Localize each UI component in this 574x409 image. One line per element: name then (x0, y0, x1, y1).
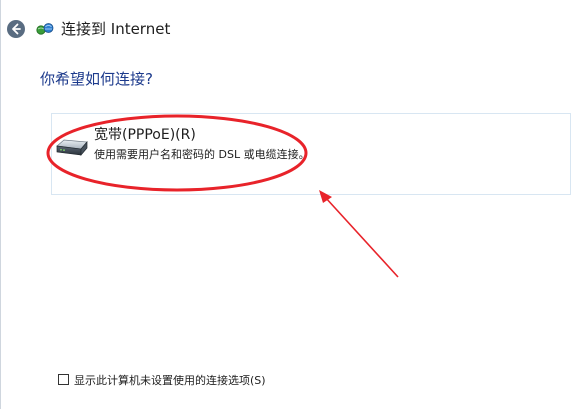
annotation-overlay (46, 114, 399, 278)
network-globe-icon (36, 23, 54, 35)
title-bar: 连接到 Internet (1, 0, 574, 58)
window-title: 连接到 Internet (61, 20, 171, 38)
option-title: 宽带(PPPoE)(R) (94, 127, 196, 143)
modem-icon (56, 139, 88, 156)
option-description: 使用需要用户名和密码的 DSL 或电缆连接。 (94, 148, 310, 161)
back-arrow-icon (12, 23, 21, 35)
back-button[interactable] (7, 20, 25, 38)
checkbox-label[interactable]: 显示此计算机未设置使用的连接选项(S) (74, 373, 266, 388)
page-heading: 你希望如何连接? (40, 70, 153, 88)
checkbox-box[interactable] (58, 374, 69, 385)
annotation-arrow (324, 196, 399, 278)
connect-to-internet-window: 连接到 Internet 你希望如何连接? 宽带(PPPoE)(R) 使用需要用… (0, 0, 574, 409)
